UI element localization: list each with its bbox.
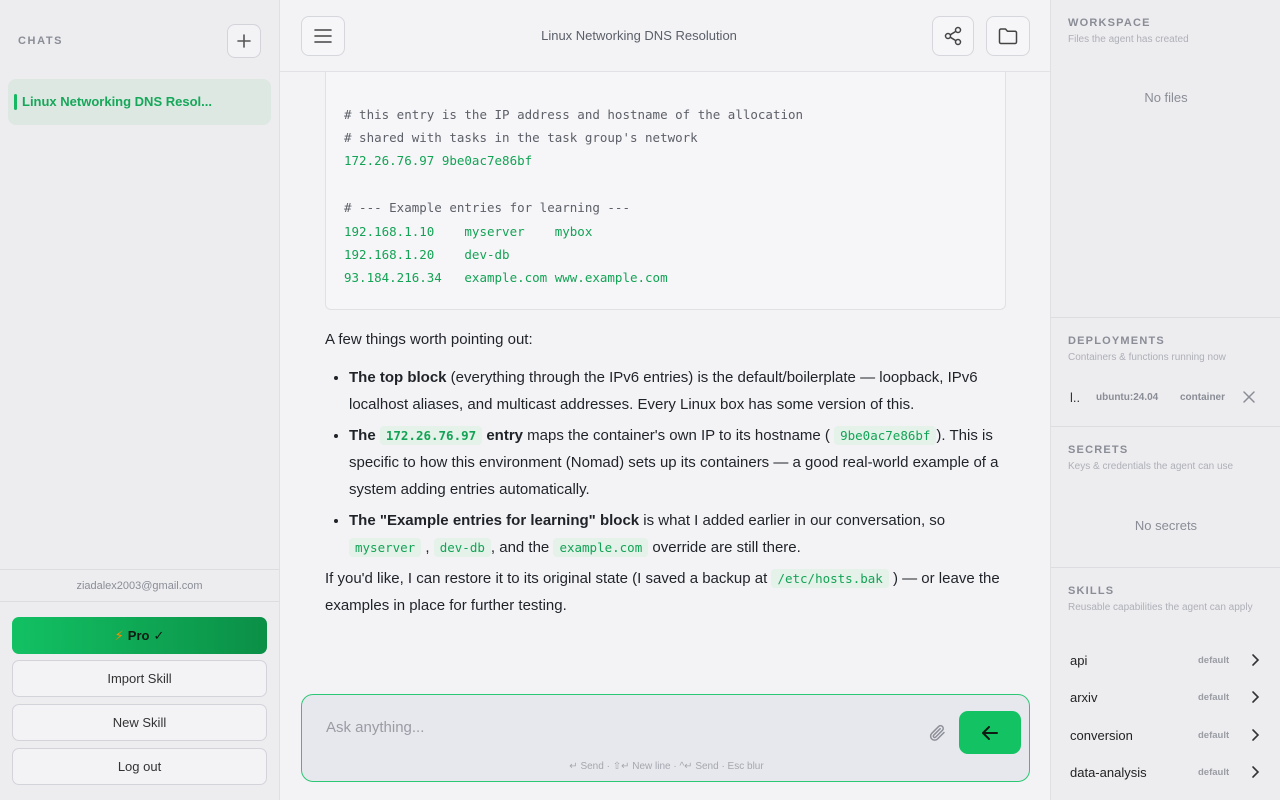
new-chat-button[interactable] (227, 24, 261, 58)
skill-tag: default (1198, 730, 1230, 741)
skill-tag: default (1198, 655, 1230, 666)
share-button[interactable] (932, 16, 974, 56)
paperclip-icon (929, 724, 945, 741)
skill-name: conversion (1070, 728, 1133, 743)
workspace-heading: WORKSPACE (1068, 17, 1151, 29)
skill-item[interactable]: data-analysis default (1070, 763, 1260, 783)
deployments-heading: DEPLOYMENTS (1068, 335, 1165, 347)
chevron-right-icon (1250, 765, 1260, 784)
code-line: 192.168.1.20 dev-db (344, 247, 510, 262)
message-outro: If you'd like, I can restore it to its o… (325, 565, 1015, 619)
body-text: override are still there. (648, 539, 801, 556)
attach-button[interactable] (928, 723, 948, 748)
inline-code: example.com (553, 538, 649, 557)
message-intro: A few things worth pointing out: (325, 331, 533, 348)
right-panel: WORKSPACE Files the agent has created No… (1050, 0, 1280, 800)
close-icon[interactable] (1242, 390, 1256, 407)
folder-icon (998, 28, 1018, 45)
chevron-right-icon (1250, 728, 1260, 747)
list-item: The 172.26.76.97 entry maps the containe… (349, 422, 1015, 503)
bold-text: The top block (349, 369, 447, 386)
skill-item[interactable]: conversion default (1070, 726, 1260, 746)
import-skill-button[interactable]: Import Skill (12, 660, 267, 697)
skill-tag: default (1198, 692, 1230, 703)
inline-code: myserver (349, 538, 422, 557)
new-skill-button[interactable]: New Skill (12, 704, 267, 741)
code-line: 192.168.1.10 myserver mybox (344, 224, 593, 239)
divider (1051, 317, 1280, 318)
bold-text: entry (486, 427, 524, 444)
chevron-right-icon (1250, 653, 1260, 672)
workspace-empty: No files (1144, 90, 1188, 105)
skill-item[interactable]: arxiv default (1070, 688, 1260, 708)
chats-heading: CHATS (18, 35, 64, 47)
body-text: maps the container's own IP to its hostn… (523, 427, 830, 444)
chat-sidebar: CHATS Linux Networking DNS Resol... ziad… (0, 0, 280, 800)
chevron-right-icon (1250, 690, 1260, 709)
inline-code: 9be0ac7e86bf (834, 426, 937, 445)
skills-heading: SKILLS (1068, 585, 1115, 597)
bolt-icon: ⚡ (114, 627, 124, 643)
chat-item-label: Linux Networking DNS Resol... (22, 94, 212, 109)
deployment-row[interactable]: l.. ubuntu:24.04 container (1070, 388, 1265, 408)
inline-code: dev-db (433, 538, 491, 557)
share-icon (944, 26, 962, 46)
divider (0, 601, 279, 602)
list-item: The top block (everything through the IP… (349, 364, 1015, 418)
skill-item[interactable]: api default (1070, 651, 1260, 671)
keyboard-hint: ↵ Send · ⇧↵ New line · ^↵ Send · Esc blu… (569, 761, 764, 772)
chat-item-active[interactable]: Linux Networking DNS Resol... (8, 79, 271, 125)
skill-name: api (1070, 653, 1088, 668)
inline-code: /etc/hosts.bak (771, 569, 889, 588)
code-block: # this entry is the IP address and hostn… (325, 40, 1006, 310)
logout-button[interactable]: Log out (12, 748, 267, 785)
bold-text: The "Example entries for learning" block (349, 512, 640, 529)
skills-subtitle: Reusable capabilities the agent can appl… (1068, 602, 1253, 613)
skill-name: data-analysis (1070, 765, 1147, 780)
user-email: ziadalex2003@gmail.com (76, 580, 203, 592)
deployments-subtitle: Containers & functions running now (1068, 352, 1226, 363)
code-line: # this entry is the IP address and hostn… (344, 107, 804, 122)
plus-icon (237, 34, 251, 48)
body-text: , and the (490, 539, 550, 556)
workspace-subtitle: Files the agent has created (1068, 34, 1189, 45)
message-input[interactable]: Ask anything... (326, 719, 424, 736)
message-list: The top block (everything through the IP… (325, 364, 1015, 561)
assistant-message: A few things worth pointing out: The top… (325, 326, 1015, 619)
active-indicator (14, 94, 17, 110)
files-button[interactable] (986, 16, 1030, 56)
check-icon: ✓ (153, 627, 165, 643)
list-item: The "Example entries for learning" block… (349, 507, 1015, 561)
chat-header: Linux Networking DNS Resolution (280, 0, 1050, 72)
divider (1051, 426, 1280, 427)
deployment-kind: container (1180, 392, 1226, 403)
code-line: 93.184.216.34 example.com www.example.co… (344, 270, 668, 285)
pro-button[interactable]: ⚡ Pro ✓ (12, 617, 267, 654)
secrets-subtitle: Keys & credentials the agent can use (1068, 461, 1234, 472)
inline-code: 172.26.76.97 (379, 426, 483, 445)
secrets-empty: No secrets (1134, 518, 1198, 533)
skill-name: arxiv (1070, 690, 1098, 705)
arrow-left-icon (982, 725, 998, 740)
send-button[interactable] (959, 711, 1021, 754)
secrets-heading: SECRETS (1068, 444, 1129, 456)
deployment-image: ubuntu:24.04 (1096, 392, 1159, 403)
chat-main: # this entry is the IP address and hostn… (280, 0, 1050, 800)
composer[interactable]: Ask anything... ↵ Send · ⇧↵ New line · ^… (301, 694, 1030, 782)
divider (0, 569, 279, 570)
body-text: is what I added earlier in our conversat… (639, 512, 946, 529)
chat-title: Linux Networking DNS Resolution (541, 28, 737, 43)
body-text: If you'd like, I can restore it to its o… (325, 570, 768, 587)
deployment-name: l.. (1070, 390, 1081, 405)
divider (1051, 567, 1280, 568)
code-line: 172.26.76.97 9be0ac7e86bf (344, 153, 533, 168)
pro-label: Pro (127, 628, 150, 643)
code-line: # shared with tasks in the task group's … (344, 130, 698, 145)
bold-text: The (349, 427, 376, 444)
code-line: # --- Example entries for learning --- (344, 200, 630, 215)
skill-tag: default (1198, 767, 1230, 778)
